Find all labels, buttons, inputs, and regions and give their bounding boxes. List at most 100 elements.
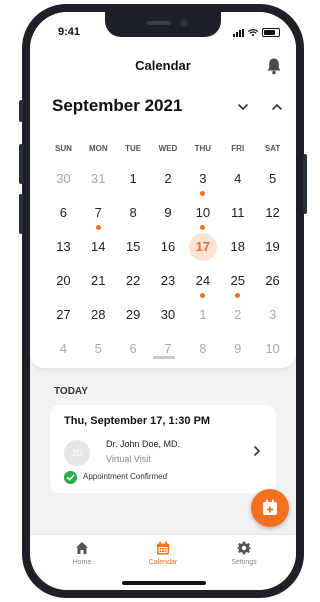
day-number: 16 <box>160 239 176 254</box>
calendar-day[interactable]: 18 <box>220 230 255 264</box>
tab-settings[interactable]: Settings <box>204 541 284 566</box>
appointment-card[interactable]: Thu, September 17, 1:30 PM JD Dr. John D… <box>50 405 276 493</box>
calendar-day[interactable]: 6 <box>116 332 151 366</box>
weekday-label: TUE <box>125 144 142 153</box>
day-number: 2 <box>164 171 172 186</box>
calendar-plus-icon <box>263 499 277 515</box>
tab-calendar[interactable]: Calendar <box>123 541 203 566</box>
weekday-label: SUN <box>54 144 72 153</box>
status-time: 9:41 <box>58 26 81 38</box>
calendar-day[interactable]: 1 <box>116 162 151 196</box>
day-number: 17 <box>188 233 217 261</box>
day-number: 25 <box>230 273 245 288</box>
calendar-day[interactable]: 4 <box>220 162 255 196</box>
calendar-day[interactable]: 8 <box>185 332 220 366</box>
day-number: 27 <box>56 307 71 322</box>
day-number: 6 <box>59 205 68 220</box>
day-number: 12 <box>265 205 280 220</box>
calendar-day[interactable]: 1 <box>185 298 220 332</box>
tab-home[interactable]: Home <box>42 541 122 566</box>
calendar-day-selected[interactable]: 17 <box>185 230 220 264</box>
today-section-label: TODAY <box>54 386 88 397</box>
doctor-name: Dr. John Doe, MD. <box>106 439 181 449</box>
volume-down-button <box>19 194 23 234</box>
calendar-panel: 9:41 Calendar September 2021 SUN MON TUE… <box>30 12 296 368</box>
day-number: 28 <box>91 307 106 322</box>
calendar-day[interactable]: 25 <box>220 264 255 298</box>
chevron-right-icon[interactable] <box>252 445 262 457</box>
calendar-day[interactable]: 20 <box>46 264 81 298</box>
day-number: 14 <box>91 239 106 254</box>
day-number: 26 <box>265 273 280 288</box>
day-number: 30 <box>160 307 176 322</box>
next-month-chevron-down-icon[interactable] <box>236 100 250 114</box>
calendar-day[interactable]: 8 <box>116 196 151 230</box>
calendar-day[interactable]: 11 <box>220 196 255 230</box>
day-number: 9 <box>164 205 172 220</box>
day-number: 2 <box>234 307 242 322</box>
month-label: September 2021 <box>52 96 183 115</box>
day-number: 4 <box>234 171 242 186</box>
avatar: JD <box>64 440 90 466</box>
day-number: 8 <box>129 205 137 220</box>
calendar-day[interactable]: 5 <box>255 162 290 196</box>
calendar-day[interactable]: 3 <box>255 298 290 332</box>
day-number: 3 <box>199 171 207 186</box>
calendar-day[interactable]: 21 <box>81 264 116 298</box>
calendar-day[interactable]: 28 <box>81 298 116 332</box>
calendar-day[interactable]: 13 <box>46 230 81 264</box>
day-number: 13 <box>56 239 71 254</box>
calendar-day[interactable]: 7 <box>81 196 116 230</box>
calendar-day[interactable]: 31 <box>81 162 116 196</box>
home-icon <box>76 542 88 554</box>
calendar-day[interactable]: 26 <box>255 264 290 298</box>
calendar-day[interactable]: 9 <box>220 332 255 366</box>
calendar-day[interactable]: 19 <box>255 230 290 264</box>
tab-label-settings: Settings <box>231 559 257 566</box>
calendar-day[interactable]: 24 <box>185 264 220 298</box>
calendar-day[interactable]: 5 <box>81 332 116 366</box>
day-number: 7 <box>94 205 102 220</box>
calendar-day[interactable]: 2 <box>220 298 255 332</box>
calendar-day[interactable]: 10 <box>255 332 290 366</box>
calendar-day[interactable]: 16 <box>151 230 186 264</box>
device-notch <box>105 12 221 37</box>
calendar-day[interactable]: 3 <box>185 162 220 196</box>
calendar-day[interactable]: 27 <box>46 298 81 332</box>
front-camera <box>180 19 188 27</box>
calendar-day[interactable]: 14 <box>81 230 116 264</box>
phone-frame: 9:41 Calendar September 2021 SUN MON TUE… <box>19 4 307 598</box>
day-number: 19 <box>265 239 280 254</box>
previous-month-chevron-up-icon[interactable] <box>270 100 284 114</box>
calendar-day[interactable]: 12 <box>255 196 290 230</box>
day-number: 20 <box>56 273 71 288</box>
calendar-day[interactable]: 30 <box>46 162 81 196</box>
day-number: 5 <box>94 341 102 356</box>
calendar-day[interactable]: 29 <box>116 298 151 332</box>
add-appointment-button[interactable] <box>251 489 289 527</box>
calendar-day[interactable]: 10 <box>185 196 220 230</box>
calendar-day[interactable]: 6 <box>46 196 81 230</box>
calendar-day[interactable]: 23 <box>151 264 186 298</box>
day-number: 9 <box>234 341 242 356</box>
bottom-tab-bar: Home Calendar Settings <box>30 534 296 590</box>
weekday-header-row: SUN MON TUE WED THU FRI SAT <box>46 144 290 153</box>
bell-icon[interactable] <box>266 57 282 75</box>
status-badge: Appointment Confirmed <box>83 472 168 481</box>
day-number: 15 <box>125 239 141 254</box>
day-number: 18 <box>230 239 245 254</box>
wifi-icon <box>248 28 258 36</box>
check-circle-icon <box>64 471 77 484</box>
calendar-day[interactable]: 7 <box>151 332 186 366</box>
calendar-icon <box>157 541 169 555</box>
calendar-day[interactable]: 9 <box>151 196 186 230</box>
calendar-day[interactable]: 4 <box>46 332 81 366</box>
app-screen: 9:41 Calendar September 2021 SUN MON TUE… <box>30 12 296 590</box>
calendar-day[interactable]: 22 <box>116 264 151 298</box>
calendar-day[interactable]: 2 <box>151 162 186 196</box>
day-number: 22 <box>125 273 141 288</box>
collapse-drag-handle[interactable] <box>153 356 175 359</box>
weekday-label: WED <box>158 144 178 153</box>
calendar-day[interactable]: 15 <box>116 230 151 264</box>
calendar-day[interactable]: 30 <box>151 298 186 332</box>
